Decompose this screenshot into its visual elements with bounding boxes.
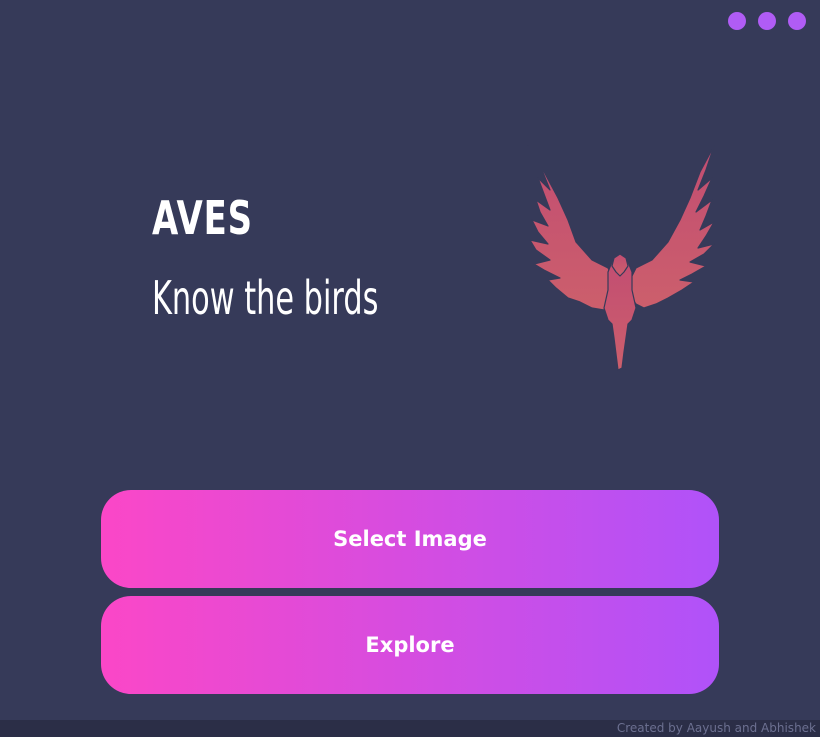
footer-credit: Created by Aayush and Abhishek [616, 721, 816, 735]
window-dot-2-icon[interactable] [758, 12, 776, 30]
app-subtitle: Know the birds [152, 271, 379, 325]
bird-logo-icon [527, 145, 715, 371]
select-image-button[interactable]: Select Image [101, 490, 719, 588]
app-title: AVES [152, 191, 253, 245]
footer-bar: Created by Aayush and Abhishek [0, 720, 820, 737]
window-dot-3-icon[interactable] [788, 12, 806, 30]
window-controls [728, 12, 806, 30]
window-dot-1-icon[interactable] [728, 12, 746, 30]
explore-button[interactable]: Explore [101, 596, 719, 694]
